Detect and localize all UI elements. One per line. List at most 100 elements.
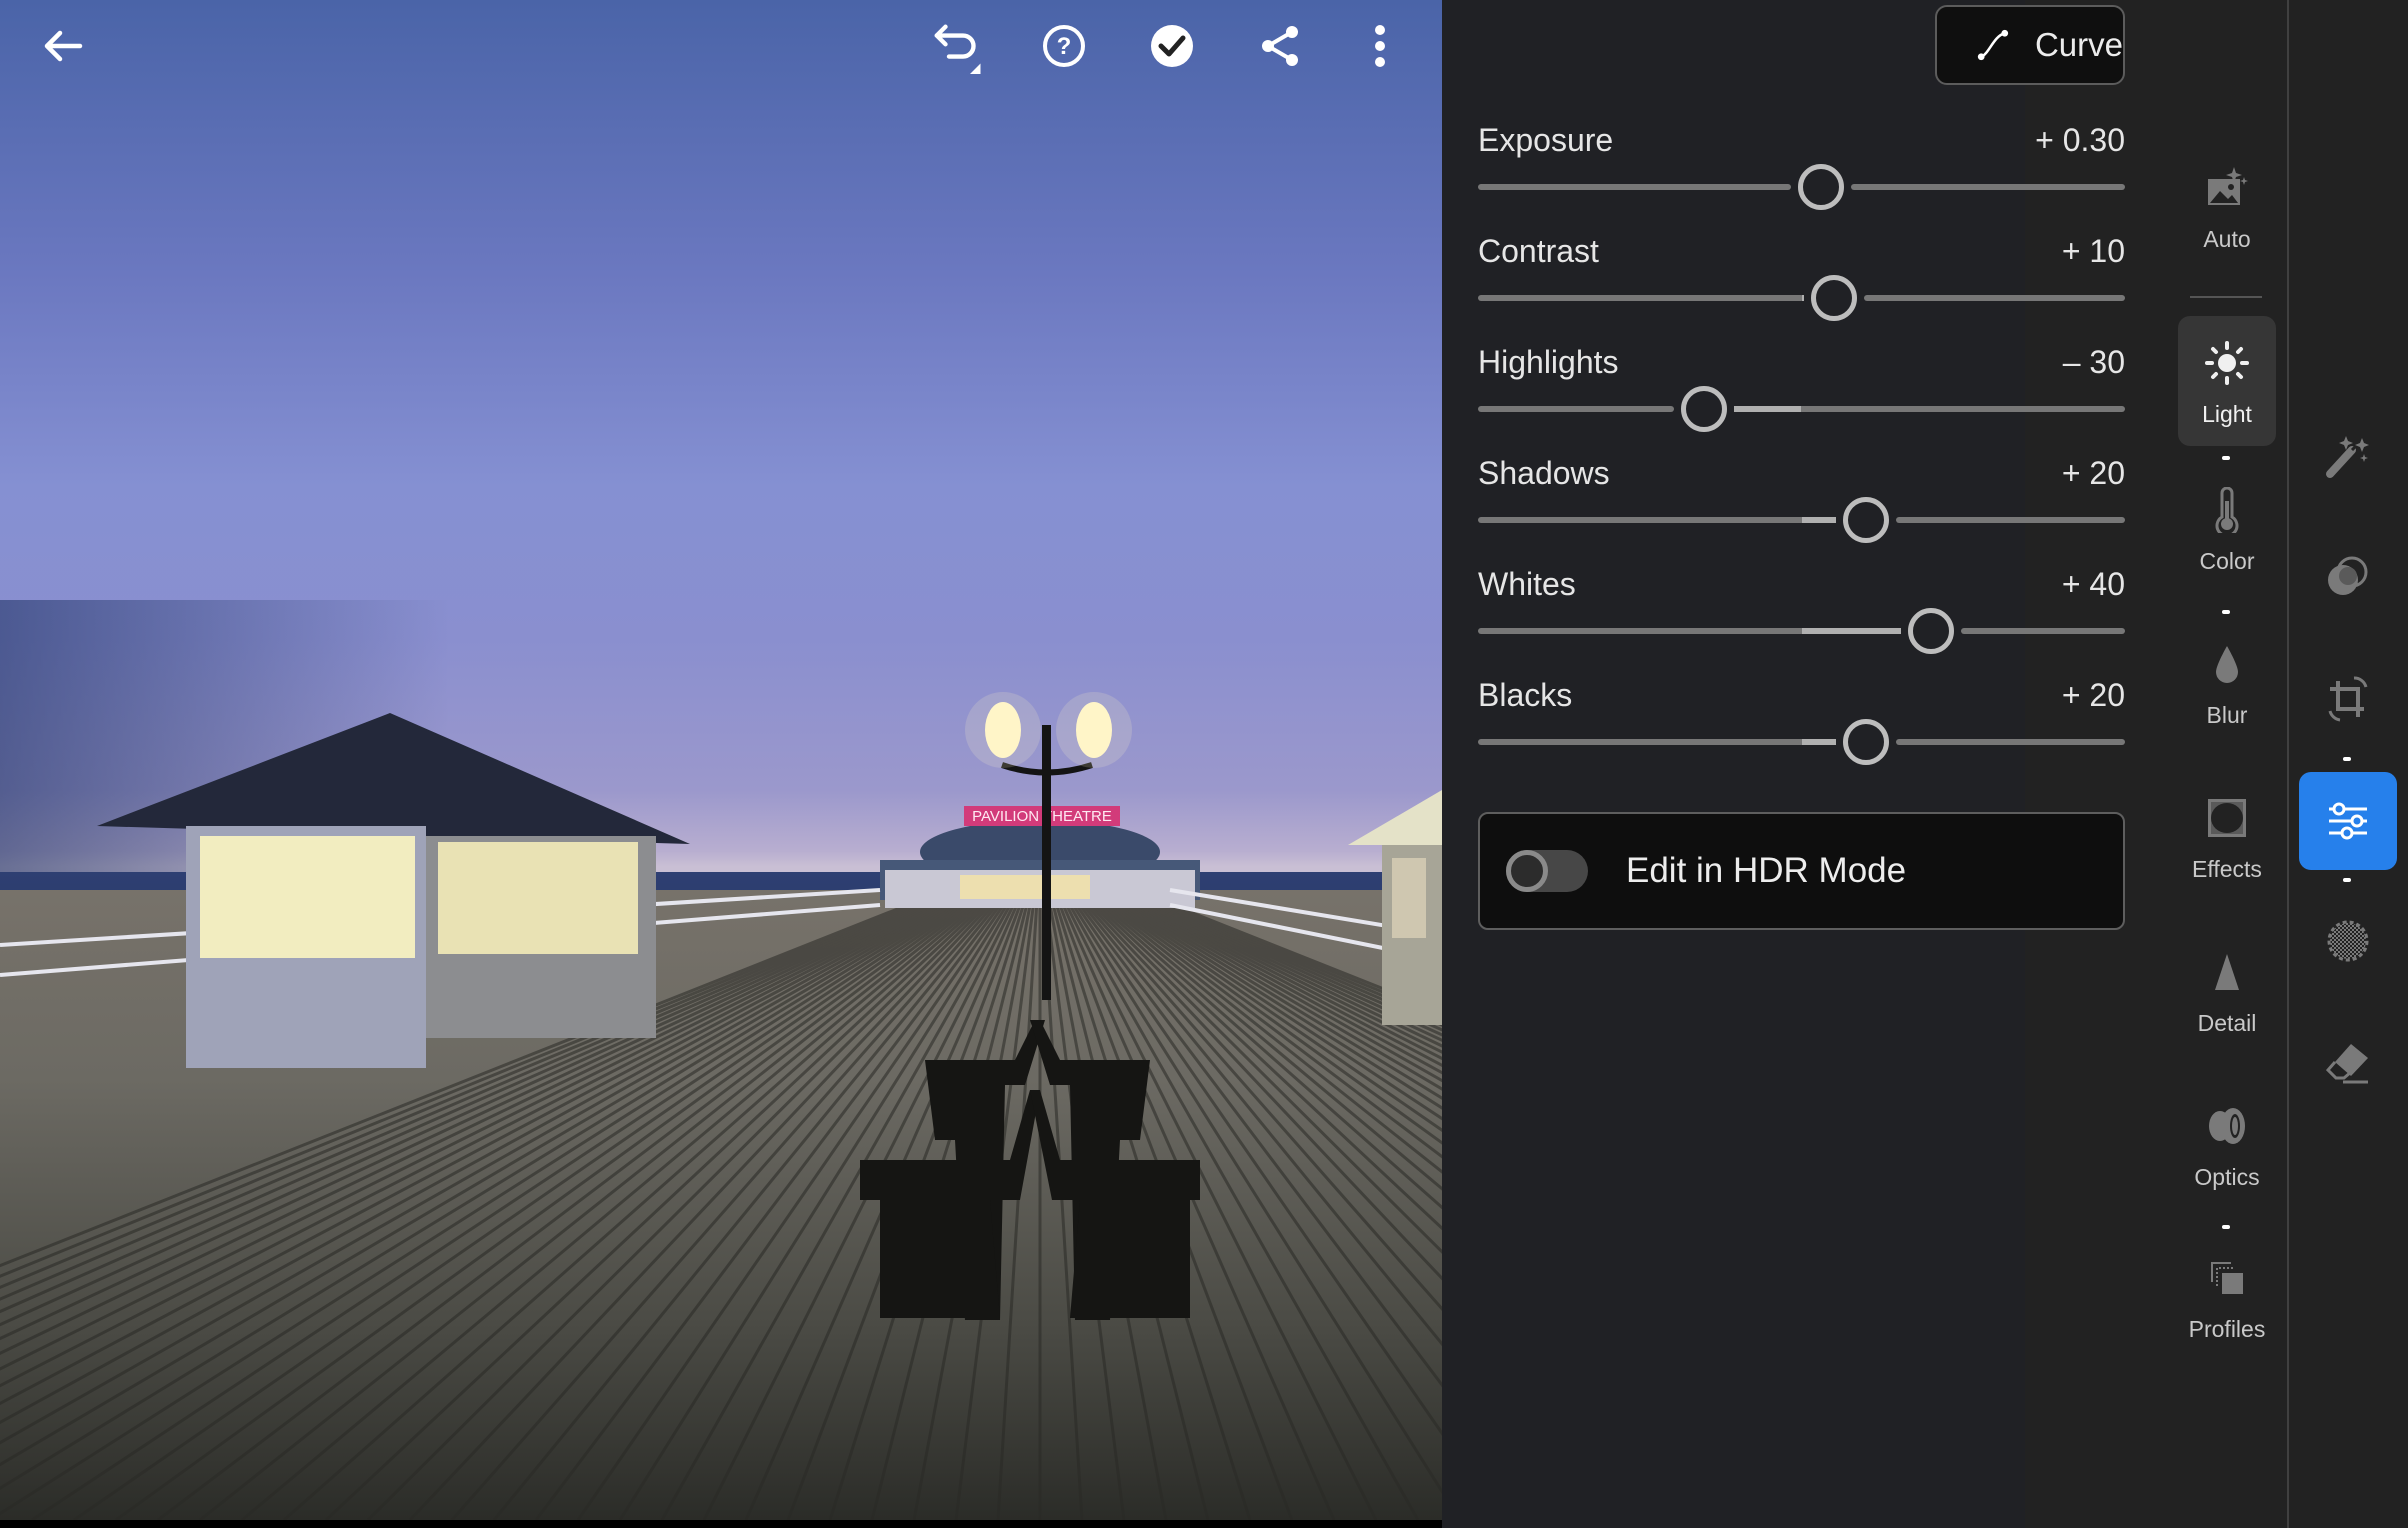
slider-value[interactable]: + 20 <box>2062 453 2125 493</box>
share-button[interactable] <box>1252 18 1308 74</box>
auto-enhance-icon <box>2208 167 2248 205</box>
track-right <box>1896 517 2125 523</box>
curve-button[interactable]: Curve <box>1935 5 2125 85</box>
slider-label: Highlights <box>1478 344 1619 380</box>
track-left <box>1478 739 1837 745</box>
tool-profiles[interactable]: Profiles <box>2178 1250 2276 1343</box>
slider-knob[interactable] <box>1797 164 1844 210</box>
more-vertical-icon <box>1375 25 1385 67</box>
undo-menu-indicator <box>970 63 981 74</box>
slider-label: Exposure <box>1478 122 1614 158</box>
lens-icon <box>2209 1108 2245 1144</box>
slider-knob[interactable] <box>1843 497 1890 543</box>
more-button[interactable] <box>1352 18 1408 74</box>
slider-track[interactable] <box>1478 608 2125 654</box>
slider-track[interactable] <box>1478 164 2125 210</box>
right-shelter <box>1348 790 1442 1025</box>
slider-label: Blacks <box>1478 677 1573 713</box>
rail-presets-button[interactable] <box>2299 407 2397 505</box>
slider-knob[interactable] <box>1907 608 1954 654</box>
track-fill <box>1734 406 1802 412</box>
slider-value[interactable]: + 0.30 <box>2035 120 2125 160</box>
slider-shadows: Shadows + 20 <box>1478 453 2125 553</box>
tool-modified-dot <box>2222 456 2230 460</box>
tool-light[interactable]: Light <box>2178 316 2276 446</box>
track-right <box>1850 184 2125 190</box>
share-icon <box>1262 26 1298 66</box>
hdr-mode-toggle[interactable] <box>1506 850 1588 892</box>
rail-edit-button[interactable] <box>2299 772 2397 870</box>
slider-highlights: Highlights – 30 <box>1478 342 2125 442</box>
tool-detail[interactable]: Detail <box>2178 944 2276 1037</box>
slider-contrast: Contrast + 10 <box>1478 231 2125 331</box>
hdr-mode-label: Edit in HDR Mode <box>1626 851 1907 890</box>
tool-color[interactable]: Color <box>2178 482 2276 575</box>
photo-canvas[interactable]: PAVILION THEATRE ? <box>0 0 1442 1520</box>
sliders-icon <box>2329 802 2367 840</box>
rail-healing-button[interactable] <box>2299 892 2397 990</box>
slider-knob[interactable] <box>1843 719 1890 765</box>
eraser-icon <box>2325 1044 2368 1084</box>
rail-masking-button[interactable] <box>2299 528 2397 626</box>
curve-label: Curve <box>2034 26 2123 63</box>
triangle-icon <box>2215 954 2239 990</box>
tool-optics[interactable]: Optics <box>2178 1098 2276 1191</box>
healing-icon <box>2327 920 2369 962</box>
track-right <box>1896 739 2125 745</box>
tool-label: Blur <box>2206 702 2248 728</box>
slider-value[interactable]: + 10 <box>2062 231 2125 271</box>
undo-icon <box>934 24 981 74</box>
toggle-thumb <box>1506 850 1548 892</box>
slider-whites: Whites + 40 <box>1478 564 2125 664</box>
slider-value[interactable]: + 20 <box>2062 675 2125 715</box>
undo-button[interactable] <box>928 18 984 74</box>
magic-wand-icon <box>2326 436 2369 478</box>
tool-label: Auto <box>2203 226 2251 252</box>
slider-track[interactable] <box>1478 275 2125 321</box>
slider-knob[interactable] <box>1681 386 1728 432</box>
track-left <box>1478 184 1791 190</box>
slider-exposure: Exposure + 0.30 <box>1478 120 2125 220</box>
track-left <box>1478 517 1837 523</box>
tool-label: Optics <box>2194 1164 2260 1190</box>
photo-bottom-strip <box>0 1520 1442 1528</box>
track-left <box>1478 295 1804 301</box>
masking-icon <box>2328 556 2368 595</box>
track-fill <box>1801 295 1804 301</box>
slider-value[interactable]: + 40 <box>2062 564 2125 604</box>
tool-effects[interactable]: Effects <box>2178 790 2276 883</box>
benches <box>860 1020 1200 1320</box>
track-right <box>1863 295 2125 301</box>
vignette-icon <box>2208 799 2246 837</box>
rail-indicator-dot <box>2343 757 2351 761</box>
tool-modified-dot <box>2222 1225 2230 1229</box>
hdr-mode-card: Edit in HDR Mode <box>1478 812 2125 930</box>
tool-blur[interactable]: Blur <box>2178 636 2276 729</box>
slider-track[interactable] <box>1478 497 2125 543</box>
tool-auto[interactable]: Auto <box>2178 160 2276 253</box>
left-shelter <box>97 713 690 1068</box>
rail-remove-button[interactable] <box>2299 1014 2397 1112</box>
tool-label: Effects <box>2192 856 2262 882</box>
curve-icon <box>1977 29 2009 61</box>
track-right <box>1960 628 2125 634</box>
slider-knob[interactable] <box>1810 275 1857 321</box>
slider-track[interactable] <box>1478 386 2125 432</box>
tool-modified-dot <box>2222 610 2230 614</box>
slider-value[interactable]: – 30 <box>2063 342 2125 382</box>
rail-crop-button[interactable] <box>2299 650 2397 748</box>
tool-label: Profiles <box>2188 1316 2266 1342</box>
right-rail <box>2289 0 2408 1528</box>
done-button[interactable] <box>1144 18 1200 74</box>
profiles-icon <box>2211 1262 2243 1294</box>
pavilion-theatre: PAVILION THEATRE <box>880 806 1200 908</box>
rail-indicator-dot <box>2343 878 2351 882</box>
slider-track[interactable] <box>1478 719 2125 765</box>
tool-label: Detail <box>2197 1010 2257 1036</box>
track-fill <box>1801 739 1837 745</box>
slider-blacks: Blacks + 20 <box>1478 675 2125 775</box>
back-button[interactable] <box>34 18 90 74</box>
track-fill <box>1801 628 1901 634</box>
help-button[interactable]: ? <box>1036 18 1092 74</box>
tool-separator <box>2190 296 2262 298</box>
